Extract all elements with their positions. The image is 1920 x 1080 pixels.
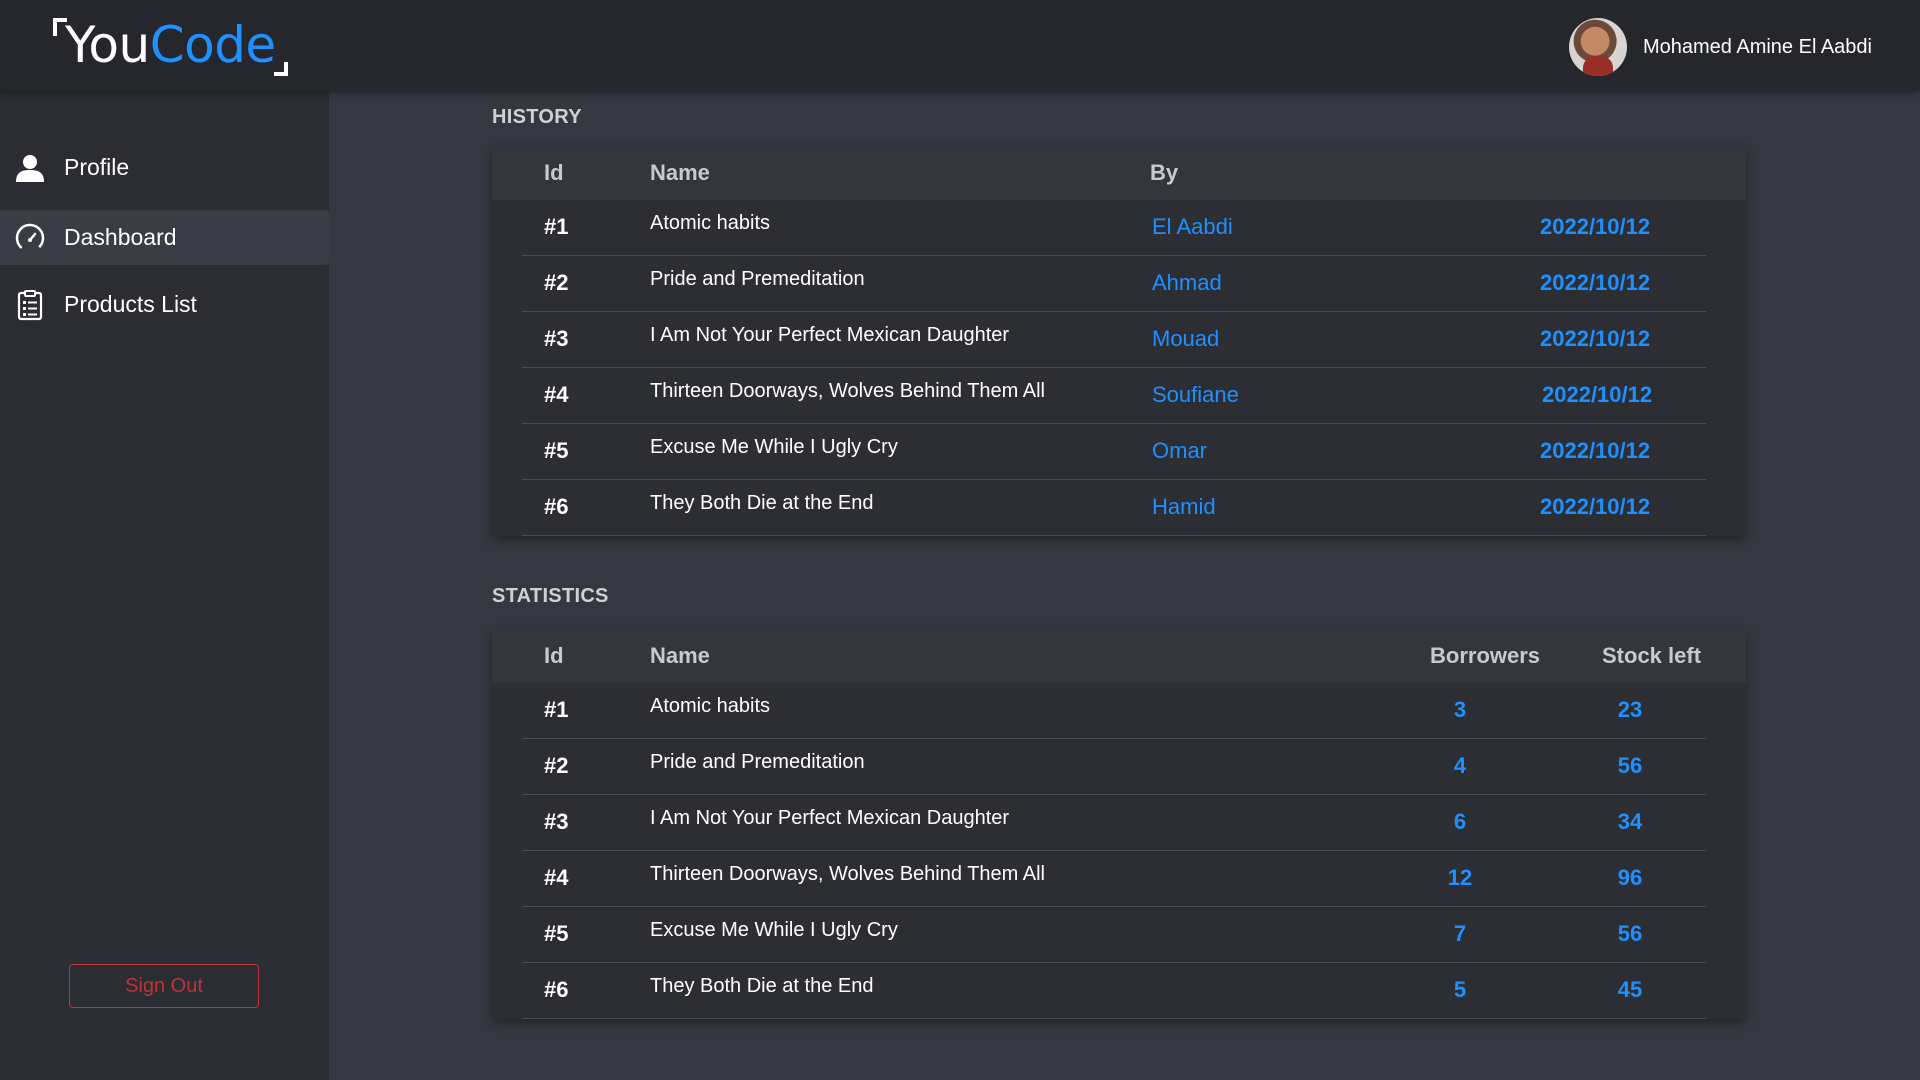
table-row[interactable]: #3 I Am Not Your Perfect Mexican Daughte… (522, 795, 1706, 851)
cell-name: Atomic habits (650, 212, 771, 234)
cell-by[interactable]: Omar (1152, 438, 1207, 464)
table-row[interactable]: #6 They Both Die at the End Hamid 2022/1… (522, 480, 1706, 536)
logo-bracket-left (53, 18, 67, 36)
table-row[interactable]: #1 Atomic habits El Aabdi 2022/10/12 (522, 200, 1706, 256)
cell-borrowers: 7 (1453, 921, 1467, 946)
logo-text-code: Code (149, 16, 277, 74)
cell-id: #2 (544, 270, 569, 295)
cell-date: 2022/10/12 (1540, 214, 1651, 239)
table-row[interactable]: #1 Atomic habits 3 23 (522, 683, 1706, 739)
user-icon (16, 154, 44, 182)
sidebar: Profile Dashboard Products List Sign Out (0, 91, 329, 1080)
cell-date: 2022/10/12 (1540, 326, 1651, 351)
cell-by[interactable]: El Aabdi (1152, 214, 1233, 240)
cell-id: #3 (544, 809, 569, 834)
cell-borrowers: 12 (1447, 865, 1473, 890)
cell-id: #1 (544, 697, 569, 722)
sidebar-item-profile[interactable]: Profile (0, 140, 329, 195)
column-header-stock-left: Stock left (1602, 643, 1702, 668)
cell-by[interactable]: Hamid (1152, 494, 1216, 520)
cell-borrowers: 4 (1453, 753, 1467, 778)
column-header-name: Name (650, 160, 710, 185)
cell-stock-left: 45 (1617, 977, 1643, 1002)
cell-name: Excuse Me While I Ugly Cry (650, 436, 898, 458)
cell-borrowers: 6 (1453, 809, 1467, 834)
avatar[interactable] (1568, 18, 1627, 76)
cell-id: #6 (544, 494, 569, 519)
cell-id: #6 (544, 977, 569, 1002)
history-table: Id Name By #1 Atomic habits El Aabdi 202… (492, 146, 1746, 536)
cell-date: 2022/10/12 (1542, 382, 1653, 407)
cell-id: #1 (544, 214, 569, 239)
cell-stock-left: 23 (1617, 697, 1643, 722)
cell-name: They Both Die at the End (650, 492, 874, 514)
sidebar-item-dashboard[interactable]: Dashboard (0, 210, 329, 265)
clipboard-list-icon (17, 289, 43, 320)
cell-by[interactable]: Soufiane (1152, 382, 1239, 408)
statistics-title: STATISTICS (492, 585, 609, 607)
top-bar: YouCode Mohamed Amine El Aabdi (0, 0, 1920, 91)
column-header-borrowers: Borrowers (1430, 643, 1541, 668)
cell-name: Thirteen Doorways, Wolves Behind Them Al… (650, 863, 1045, 885)
table-row[interactable]: #3 I Am Not Your Perfect Mexican Daughte… (522, 312, 1706, 368)
gauge-icon (15, 223, 45, 252)
user-menu[interactable]: Mohamed Amine El Aabdi (1568, 18, 1872, 76)
cell-stock-left: 56 (1617, 753, 1643, 778)
cell-date: 2022/10/12 (1540, 270, 1651, 295)
cell-borrowers: 5 (1453, 977, 1467, 1002)
cell-stock-left: 96 (1617, 865, 1643, 890)
column-header-by: By (1150, 160, 1179, 185)
logo-text-you: You (65, 16, 150, 74)
cell-name: Atomic habits (650, 695, 771, 717)
youcode-logo[interactable]: YouCode (53, 14, 288, 76)
cell-name: Pride and Premeditation (650, 268, 865, 290)
cell-name: Excuse Me While I Ugly Cry (650, 919, 898, 941)
cell-id: #4 (544, 865, 569, 890)
history-title: HISTORY (492, 106, 582, 128)
sidebar-item-label: Dashboard (64, 224, 177, 250)
table-row[interactable]: #4 Thirteen Doorways, Wolves Behind Them… (522, 851, 1706, 907)
table-row[interactable]: #5 Excuse Me While I Ugly Cry Omar 2022/… (522, 424, 1706, 480)
cell-stock-left: 56 (1617, 921, 1643, 946)
cell-name: I Am Not Your Perfect Mexican Daughter (650, 324, 1010, 346)
cell-name: They Both Die at the End (650, 975, 874, 997)
logo-bracket-right (273, 62, 288, 76)
table-row[interactable]: #2 Pride and Premeditation 4 56 (522, 739, 1706, 795)
table-row[interactable]: #2 Pride and Premeditation Ahmad 2022/10… (522, 256, 1706, 312)
cell-id: #3 (544, 326, 569, 351)
column-header-name: Name (650, 643, 710, 668)
cell-id: #4 (544, 382, 569, 407)
sidebar-item-label: Profile (64, 154, 130, 180)
cell-date: 2022/10/12 (1540, 494, 1651, 519)
table-row[interactable]: #5 Excuse Me While I Ugly Cry 7 56 (522, 907, 1706, 963)
cell-id: #2 (544, 753, 569, 778)
sidebar-item-label: Products List (64, 291, 197, 317)
table-row[interactable]: #4 Thirteen Doorways, Wolves Behind Them… (522, 368, 1706, 424)
table-row[interactable]: #6 They Both Die at the End 5 45 (522, 963, 1706, 1019)
cell-name: Pride and Premeditation (650, 751, 865, 773)
user-name: Mohamed Amine El Aabdi (1642, 35, 1872, 58)
cell-by[interactable]: Mouad (1152, 326, 1219, 352)
history-table-header: Id Name By (492, 146, 1746, 200)
cell-by[interactable]: Ahmad (1152, 270, 1222, 296)
column-header-id: Id (544, 643, 564, 668)
sidebar-item-products-list[interactable]: Products List (0, 277, 329, 332)
statistics-table: Id Name Borrowers Stock left #1 Atomic h… (492, 629, 1746, 1019)
cell-id: #5 (544, 438, 569, 463)
cell-borrowers: 3 (1453, 697, 1467, 722)
cell-stock-left: 34 (1617, 809, 1643, 834)
cell-id: #5 (544, 921, 569, 946)
cell-date: 2022/10/12 (1540, 438, 1651, 463)
cell-name: Thirteen Doorways, Wolves Behind Them Al… (650, 380, 1045, 402)
statistics-table-header: Id Name Borrowers Stock left (492, 629, 1746, 683)
column-header-id: Id (544, 160, 564, 185)
cell-name: I Am Not Your Perfect Mexican Daughter (650, 807, 1010, 829)
sign-out-button[interactable]: Sign Out (69, 964, 259, 1008)
